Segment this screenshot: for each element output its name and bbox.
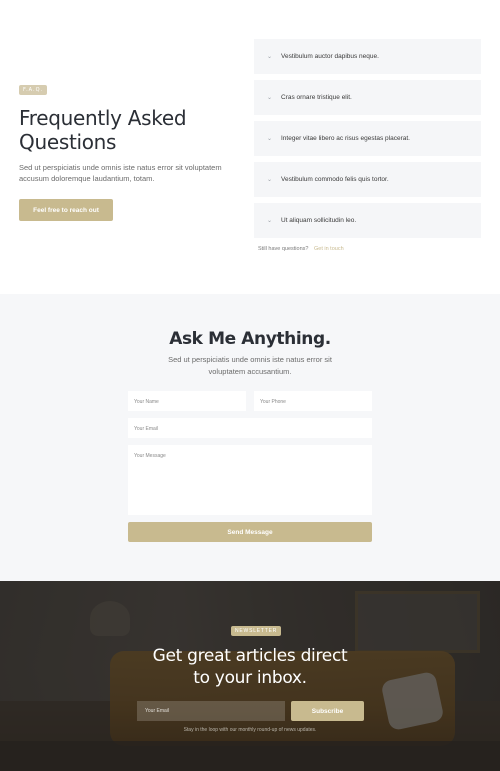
message-field[interactable]: Your Message <box>128 445 372 515</box>
faq-question: Cras ornare tristique elit. <box>281 94 352 101</box>
faq-question: Ut aliquam sollicitudin leo. <box>281 217 357 224</box>
newsletter-title: Get great articles direct to your inbox. <box>0 645 500 689</box>
subscribe-button[interactable]: Subscribe <box>291 701 364 721</box>
contact-description: Sed ut perspiciatis unde omnis iste natu… <box>168 355 332 376</box>
faq-item[interactable]: ⌄ Integer vitae libero ac risus egestas … <box>254 121 481 156</box>
phone-field[interactable]: Your Phone <box>254 391 372 411</box>
faq-item[interactable]: ⌄ Vestibulum auctor dapibus neque. <box>254 39 481 74</box>
chevron-down-icon: ⌄ <box>267 54 273 60</box>
faq-question: Integer vitae libero ac risus egestas pl… <box>281 135 410 142</box>
newsletter-note: Stay in the loop with our monthly round-… <box>183 727 317 733</box>
faq-description: Sed ut perspiciatis unde omnis iste natu… <box>19 163 222 183</box>
chevron-down-icon: ⌄ <box>267 95 273 101</box>
contact-title: Ask Me Anything. <box>169 329 331 349</box>
get-in-touch-link[interactable]: Get in touch <box>314 246 344 252</box>
chevron-down-icon: ⌄ <box>267 177 273 183</box>
faq-footer-text: Still have questions? <box>258 246 309 252</box>
faq-section: F.A.Q. Frequently Asked Questions Sed ut… <box>0 0 500 294</box>
email-field[interactable]: Your Email <box>128 418 372 438</box>
newsletter-email-input[interactable]: Your Email <box>137 701 285 721</box>
chevron-down-icon: ⌄ <box>267 218 273 224</box>
faq-item[interactable]: ⌄ Cras ornare tristique elit. <box>254 80 481 115</box>
name-field[interactable]: Your Name <box>128 391 246 411</box>
send-message-button[interactable]: Send Message <box>128 522 372 542</box>
faq-accordion: ⌄ Vestibulum auctor dapibus neque. ⌄ Cra… <box>254 39 481 252</box>
faq-badge: F.A.Q. <box>19 85 48 95</box>
newsletter-section: NEWSLETTER Get great articles direct to … <box>0 581 500 771</box>
faq-question: Vestibulum commodo felis quis tortor. <box>281 176 389 183</box>
newsletter-title-line1: Get great articles direct <box>152 646 348 666</box>
faq-title: Frequently Asked Questions <box>19 106 187 154</box>
faq-intro: F.A.Q. Frequently Asked Questions Sed ut… <box>19 78 239 221</box>
contact-section: Ask Me Anything. Sed ut perspiciatis und… <box>0 294 500 581</box>
reach-out-button[interactable]: Feel free to reach out <box>19 199 113 221</box>
faq-item[interactable]: ⌄ Ut aliquam sollicitudin leo. <box>254 203 481 238</box>
newsletter-badge: NEWSLETTER <box>231 626 282 636</box>
chevron-down-icon: ⌄ <box>267 136 273 142</box>
faq-footer: Still have questions? Get in touch <box>254 246 481 252</box>
faq-item[interactable]: ⌄ Vestibulum commodo felis quis tortor. <box>254 162 481 197</box>
faq-question: Vestibulum auctor dapibus neque. <box>281 53 379 60</box>
newsletter-title-line2: to your inbox. <box>193 668 307 688</box>
